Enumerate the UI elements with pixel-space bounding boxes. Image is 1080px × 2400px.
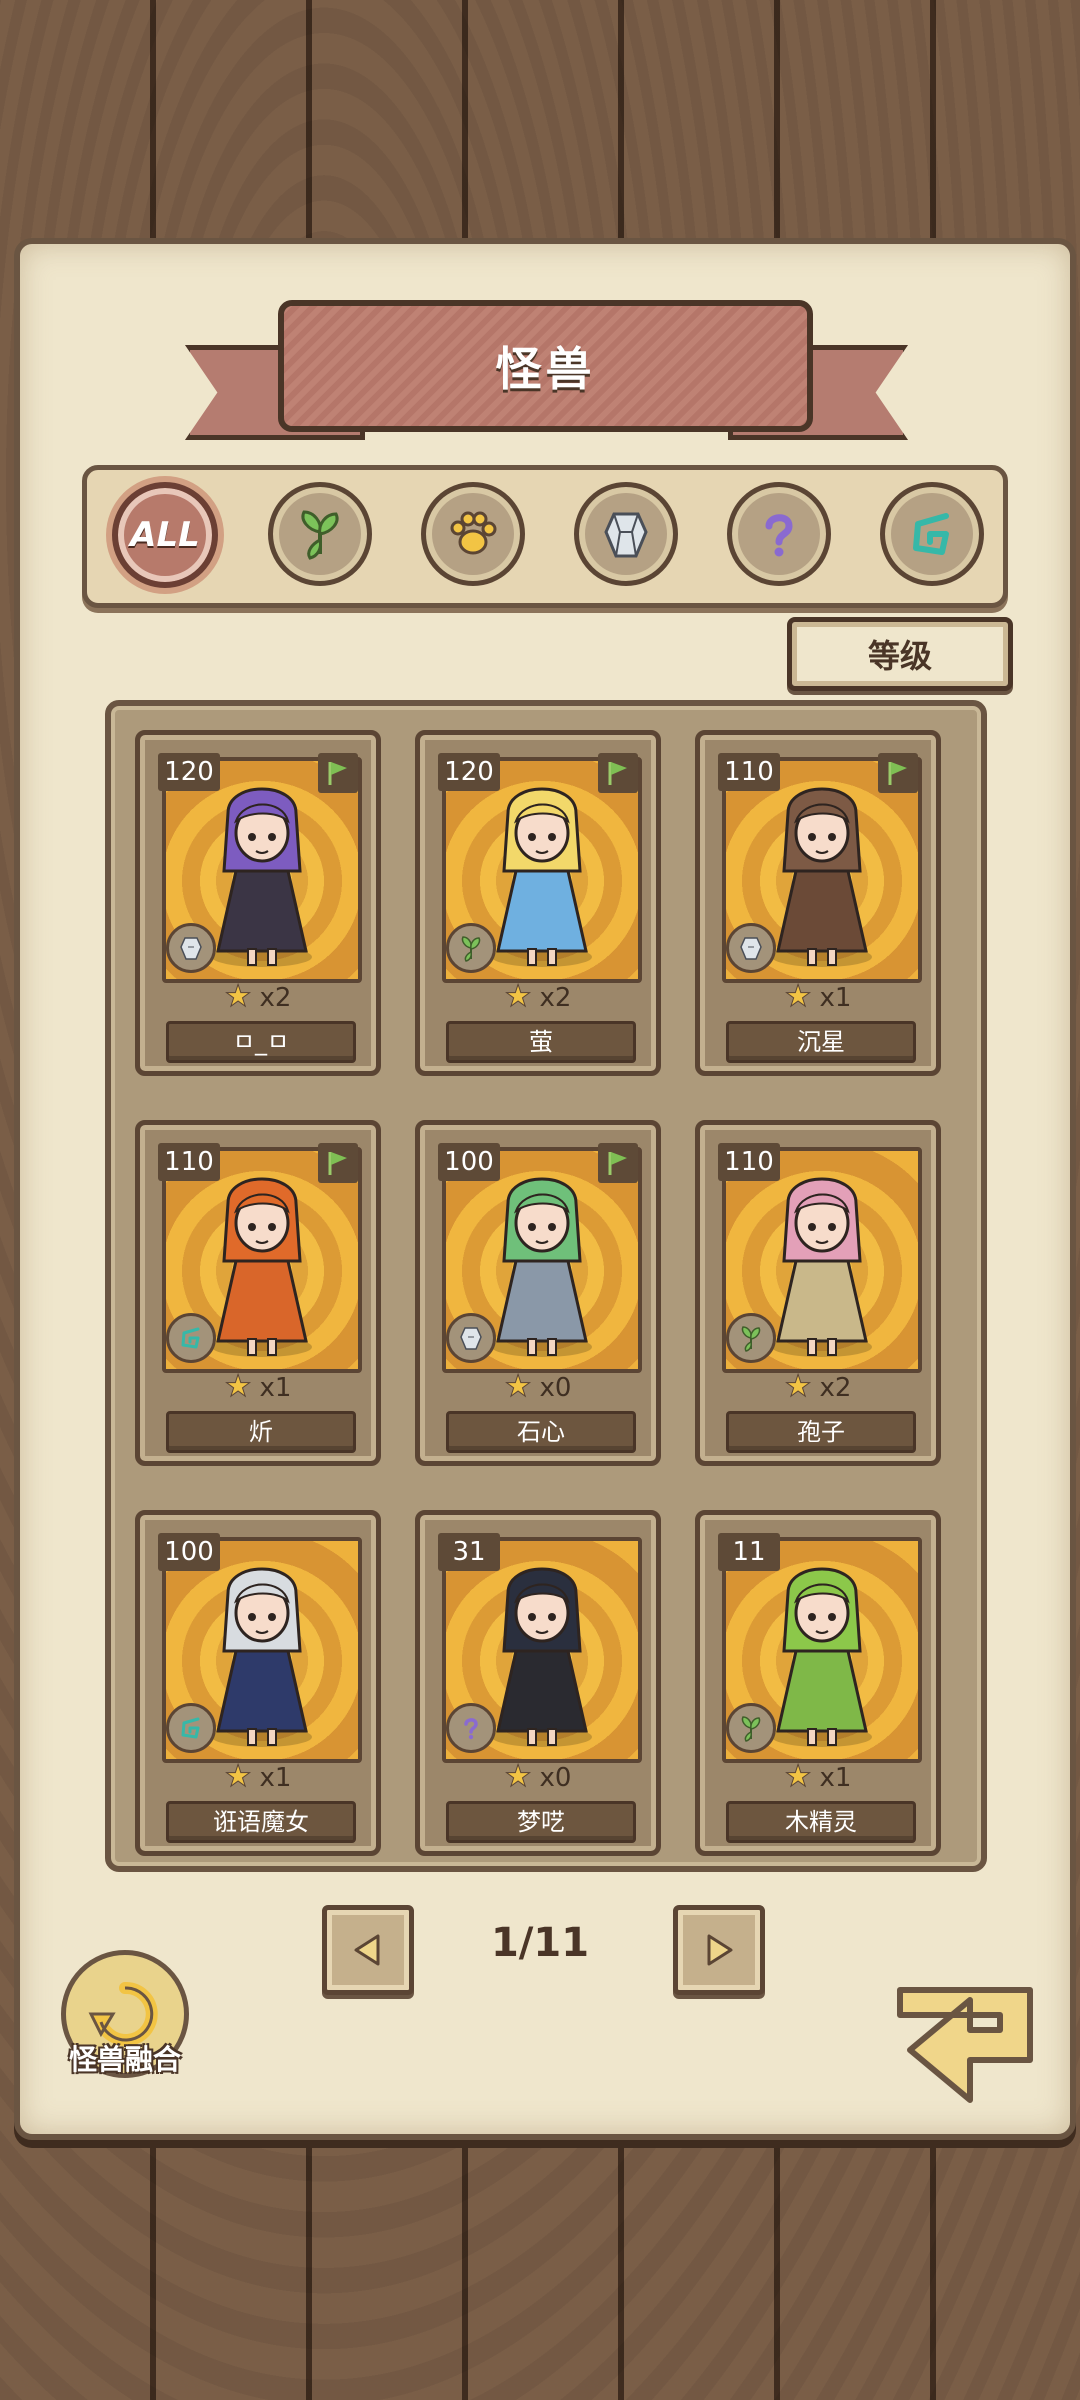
rune-icon — [166, 1703, 216, 1753]
monster-name: 梦呓 — [446, 1801, 636, 1843]
monster-level-badge: 110 — [718, 1143, 780, 1181]
filter-arcane-button[interactable] — [880, 482, 984, 586]
prev-page-button[interactable] — [322, 1905, 414, 1995]
filter-beast-button[interactable] — [421, 482, 525, 586]
flag-icon — [318, 1143, 358, 1183]
return-arrow-icon — [897, 1987, 1033, 2103]
filter-all-button[interactable]: ALL — [112, 482, 218, 588]
monster-count: ★ x1 — [140, 1759, 376, 1794]
monster-name: 沉星 — [726, 1021, 916, 1063]
monster-count-value: x1 — [259, 1373, 292, 1403]
monster-count: ★ x1 — [700, 1759, 936, 1794]
monster-name: 孢子 — [726, 1411, 916, 1453]
flag-icon — [318, 753, 358, 793]
star-icon: ★ — [224, 979, 252, 1014]
star-icon: ★ — [784, 979, 812, 1014]
monster-count: ★ x2 — [420, 979, 656, 1014]
monster-card[interactable]: 100 ★ x1 诳语魔女 — [135, 1510, 381, 1856]
monster-level-badge: 120 — [438, 753, 500, 791]
leaf-icon — [726, 1703, 776, 1753]
monster-card[interactable]: 11 ★ x1 木精灵 — [695, 1510, 941, 1856]
question-icon — [446, 1703, 496, 1753]
crystal-icon — [446, 1313, 496, 1363]
crystal-icon — [604, 512, 648, 558]
monster-name: 石心 — [446, 1411, 636, 1453]
crystal-icon — [166, 923, 216, 973]
fusion-label: 怪兽融合 — [68, 2043, 181, 2076]
monster-level-badge: 110 — [718, 753, 780, 791]
filter-mystery-button[interactable] — [727, 482, 831, 586]
monster-level-badge: 31 — [438, 1533, 500, 1571]
monster-level-badge: 100 — [158, 1533, 220, 1571]
monster-name: 木精灵 — [726, 1801, 916, 1843]
monster-level-badge: 100 — [438, 1143, 500, 1181]
monster-count-value: x0 — [539, 1373, 572, 1403]
star-icon: ★ — [224, 1759, 252, 1794]
monster-card[interactable]: 110 ★ x1 炘 — [135, 1120, 381, 1466]
arrow-left-icon — [354, 1934, 380, 1966]
back-button[interactable] — [880, 1970, 1050, 2120]
monster-card[interactable]: 110 ★ x1 沉星 — [695, 730, 941, 1076]
monster-count: ★ x2 — [700, 1369, 936, 1404]
monster-count: ★ x0 — [420, 1759, 656, 1794]
monster-name: 诳语魔女 — [166, 1801, 356, 1843]
monster-level-badge: 11 — [718, 1533, 780, 1571]
arrow-right-icon — [707, 1934, 733, 1966]
monster-count-value: x1 — [259, 1763, 292, 1793]
monster-name: 炘 — [166, 1411, 356, 1453]
monster-count-value: x1 — [819, 983, 852, 1013]
flag-icon — [598, 1143, 638, 1183]
flag-icon — [598, 753, 638, 793]
star-icon: ★ — [504, 1369, 532, 1404]
rune-icon — [166, 1313, 216, 1363]
monster-card[interactable]: 31 ★ x0 梦呓 — [415, 1510, 661, 1856]
page-indicator: 1/11 — [490, 1920, 590, 1966]
monster-card[interactable]: 110 ★ x2 孢子 — [695, 1120, 941, 1466]
monster-name: 萤 — [446, 1021, 636, 1063]
filter-plant-button[interactable] — [268, 482, 372, 586]
star-icon: ★ — [504, 979, 532, 1014]
monster-count-value: x1 — [819, 1763, 852, 1793]
monster-count: ★ x1 — [700, 979, 936, 1014]
monster-count: ★ x1 — [140, 1369, 376, 1404]
star-icon: ★ — [784, 1759, 812, 1794]
page-title: 怪兽 — [495, 342, 596, 396]
filter-all-label: ALL — [130, 515, 200, 555]
leaf-icon — [446, 923, 496, 973]
question-icon — [765, 514, 793, 557]
monster-name: ㅁ_ㅁ — [166, 1021, 356, 1063]
title-ribbon: 怪兽 — [278, 300, 813, 432]
filter-bar — [82, 465, 1008, 608]
crystal-icon — [726, 923, 776, 973]
monster-card[interactable]: 120 ★ x2 ㅁ_ㅁ — [135, 730, 381, 1076]
leaf-icon — [301, 510, 339, 560]
monster-fusion-button[interactable]: 怪兽融合 — [55, 1950, 195, 2090]
paw-icon — [450, 511, 497, 555]
next-page-button[interactable] — [673, 1905, 765, 1995]
star-icon: ★ — [784, 1369, 812, 1404]
monster-level-badge: 120 — [158, 753, 220, 791]
monster-count-value: x0 — [539, 1763, 572, 1793]
monster-level-badge: 110 — [158, 1143, 220, 1181]
monster-count: ★ x0 — [420, 1369, 656, 1404]
monster-count-value: x2 — [259, 983, 292, 1013]
monster-card[interactable]: 100 ★ x0 石心 — [415, 1120, 661, 1466]
sort-by-level-button[interactable]: 等级 — [787, 617, 1013, 691]
filter-mineral-button[interactable] — [574, 482, 678, 586]
leaf-icon — [726, 1313, 776, 1363]
monster-card[interactable]: 120 ★ x2 萤 — [415, 730, 661, 1076]
rune-icon — [913, 513, 949, 555]
flag-icon — [878, 753, 918, 793]
star-icon: ★ — [224, 1369, 252, 1404]
star-icon: ★ — [504, 1759, 532, 1794]
monster-count-value: x2 — [819, 1373, 852, 1403]
monster-count-value: x2 — [539, 983, 572, 1013]
monster-count: ★ x2 — [140, 979, 376, 1014]
